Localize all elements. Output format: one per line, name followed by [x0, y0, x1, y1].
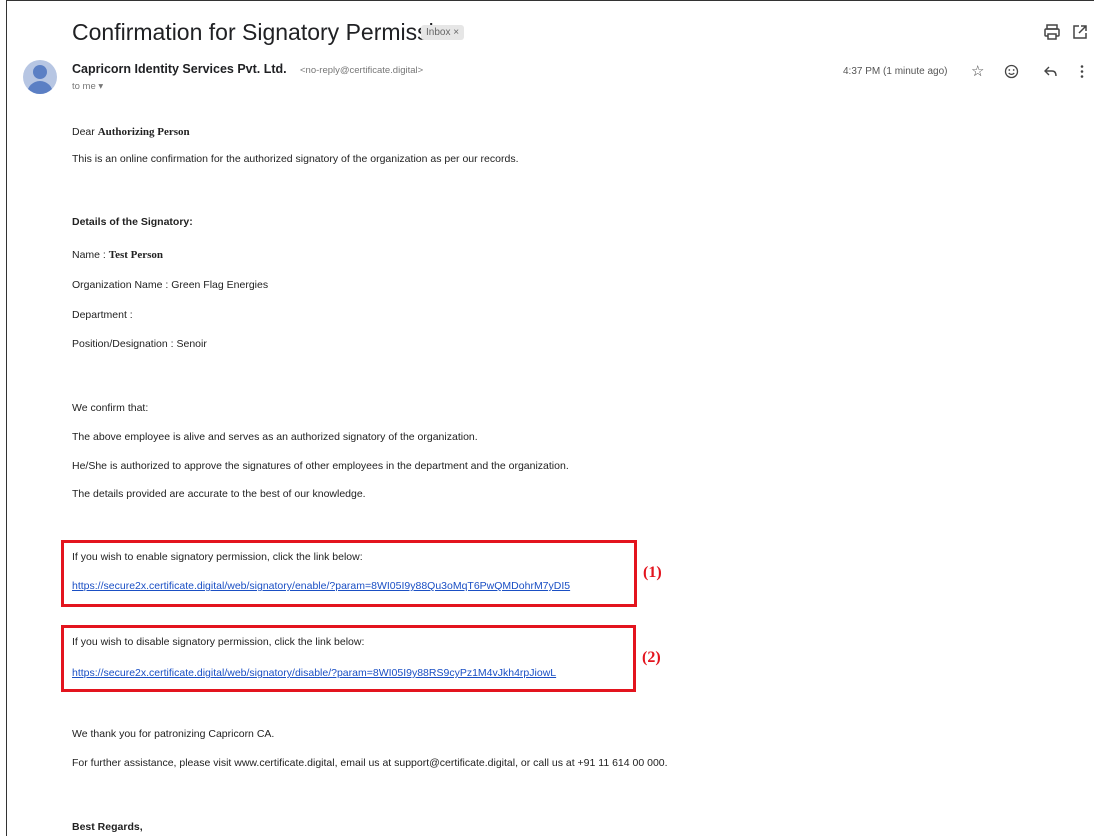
annotation-marker-1: (1) [643, 564, 662, 581]
email-subject: Confirmation for Signatory Permission [72, 19, 460, 45]
recipient-dropdown[interactable]: to me ▾ [72, 81, 103, 92]
star-icon[interactable]: ☆ [971, 62, 984, 80]
annotation-marker-2: (2) [642, 649, 661, 666]
name-label: Name : [72, 249, 106, 261]
greeting-prefix: Dear [72, 126, 95, 138]
confirm-statement-1: The above employee is alive and serves a… [72, 431, 478, 443]
disable-permission-link[interactable]: https://secure2x.certificate.digital/web… [72, 667, 556, 679]
email-timestamp: 4:37 PM (1 minute ago) [843, 66, 948, 77]
thanks-text: We thank you for patronizing Capricorn C… [72, 728, 275, 740]
inbox-label-chip[interactable]: Inbox × [421, 25, 465, 40]
emoji-reaction-icon[interactable] [1004, 64, 1019, 79]
open-in-new-window-icon[interactable] [1071, 23, 1089, 41]
greeting: Dear Authorizing Person [72, 126, 190, 138]
name-value: Test Person [108, 249, 164, 261]
sender-email: <no-reply@certificate.digital> [300, 65, 424, 76]
signoff: Best Regards, [72, 821, 143, 833]
intro-text: This is an online confirmation for the a… [72, 153, 519, 165]
disable-instruction: If you wish to disable signatory permiss… [72, 636, 365, 648]
avatar-head [33, 65, 47, 79]
enable-instruction: If you wish to enable signatory permissi… [72, 551, 363, 563]
greeting-name: Authorizing Person [97, 126, 190, 138]
confirm-statement-2: He/She is authorized to approve the sign… [72, 460, 569, 472]
sender-name: Capricorn Identity Services Pvt. Ltd. [72, 62, 287, 76]
reply-icon[interactable] [1043, 65, 1058, 78]
organization-name: Organization Name : Green Flag Energies [72, 279, 269, 291]
sender-avatar [23, 60, 57, 94]
more-vertical-icon[interactable] [1079, 64, 1085, 79]
assistance-text: For further assistance, please visit www… [72, 757, 668, 769]
department: Department : [72, 309, 133, 321]
details-heading: Details of the Signatory: [72, 216, 193, 228]
position-designation: Position/Designation : Senoir [72, 338, 207, 350]
confirm-statement-3: The details provided are accurate to the… [72, 488, 366, 500]
avatar-shoulders [27, 81, 53, 94]
signatory-name: Name : Test Person [72, 249, 163, 261]
confirm-heading: We confirm that: [72, 402, 149, 414]
printer-icon[interactable] [1043, 23, 1061, 41]
enable-permission-link[interactable]: https://secure2x.certificate.digital/web… [72, 580, 570, 592]
